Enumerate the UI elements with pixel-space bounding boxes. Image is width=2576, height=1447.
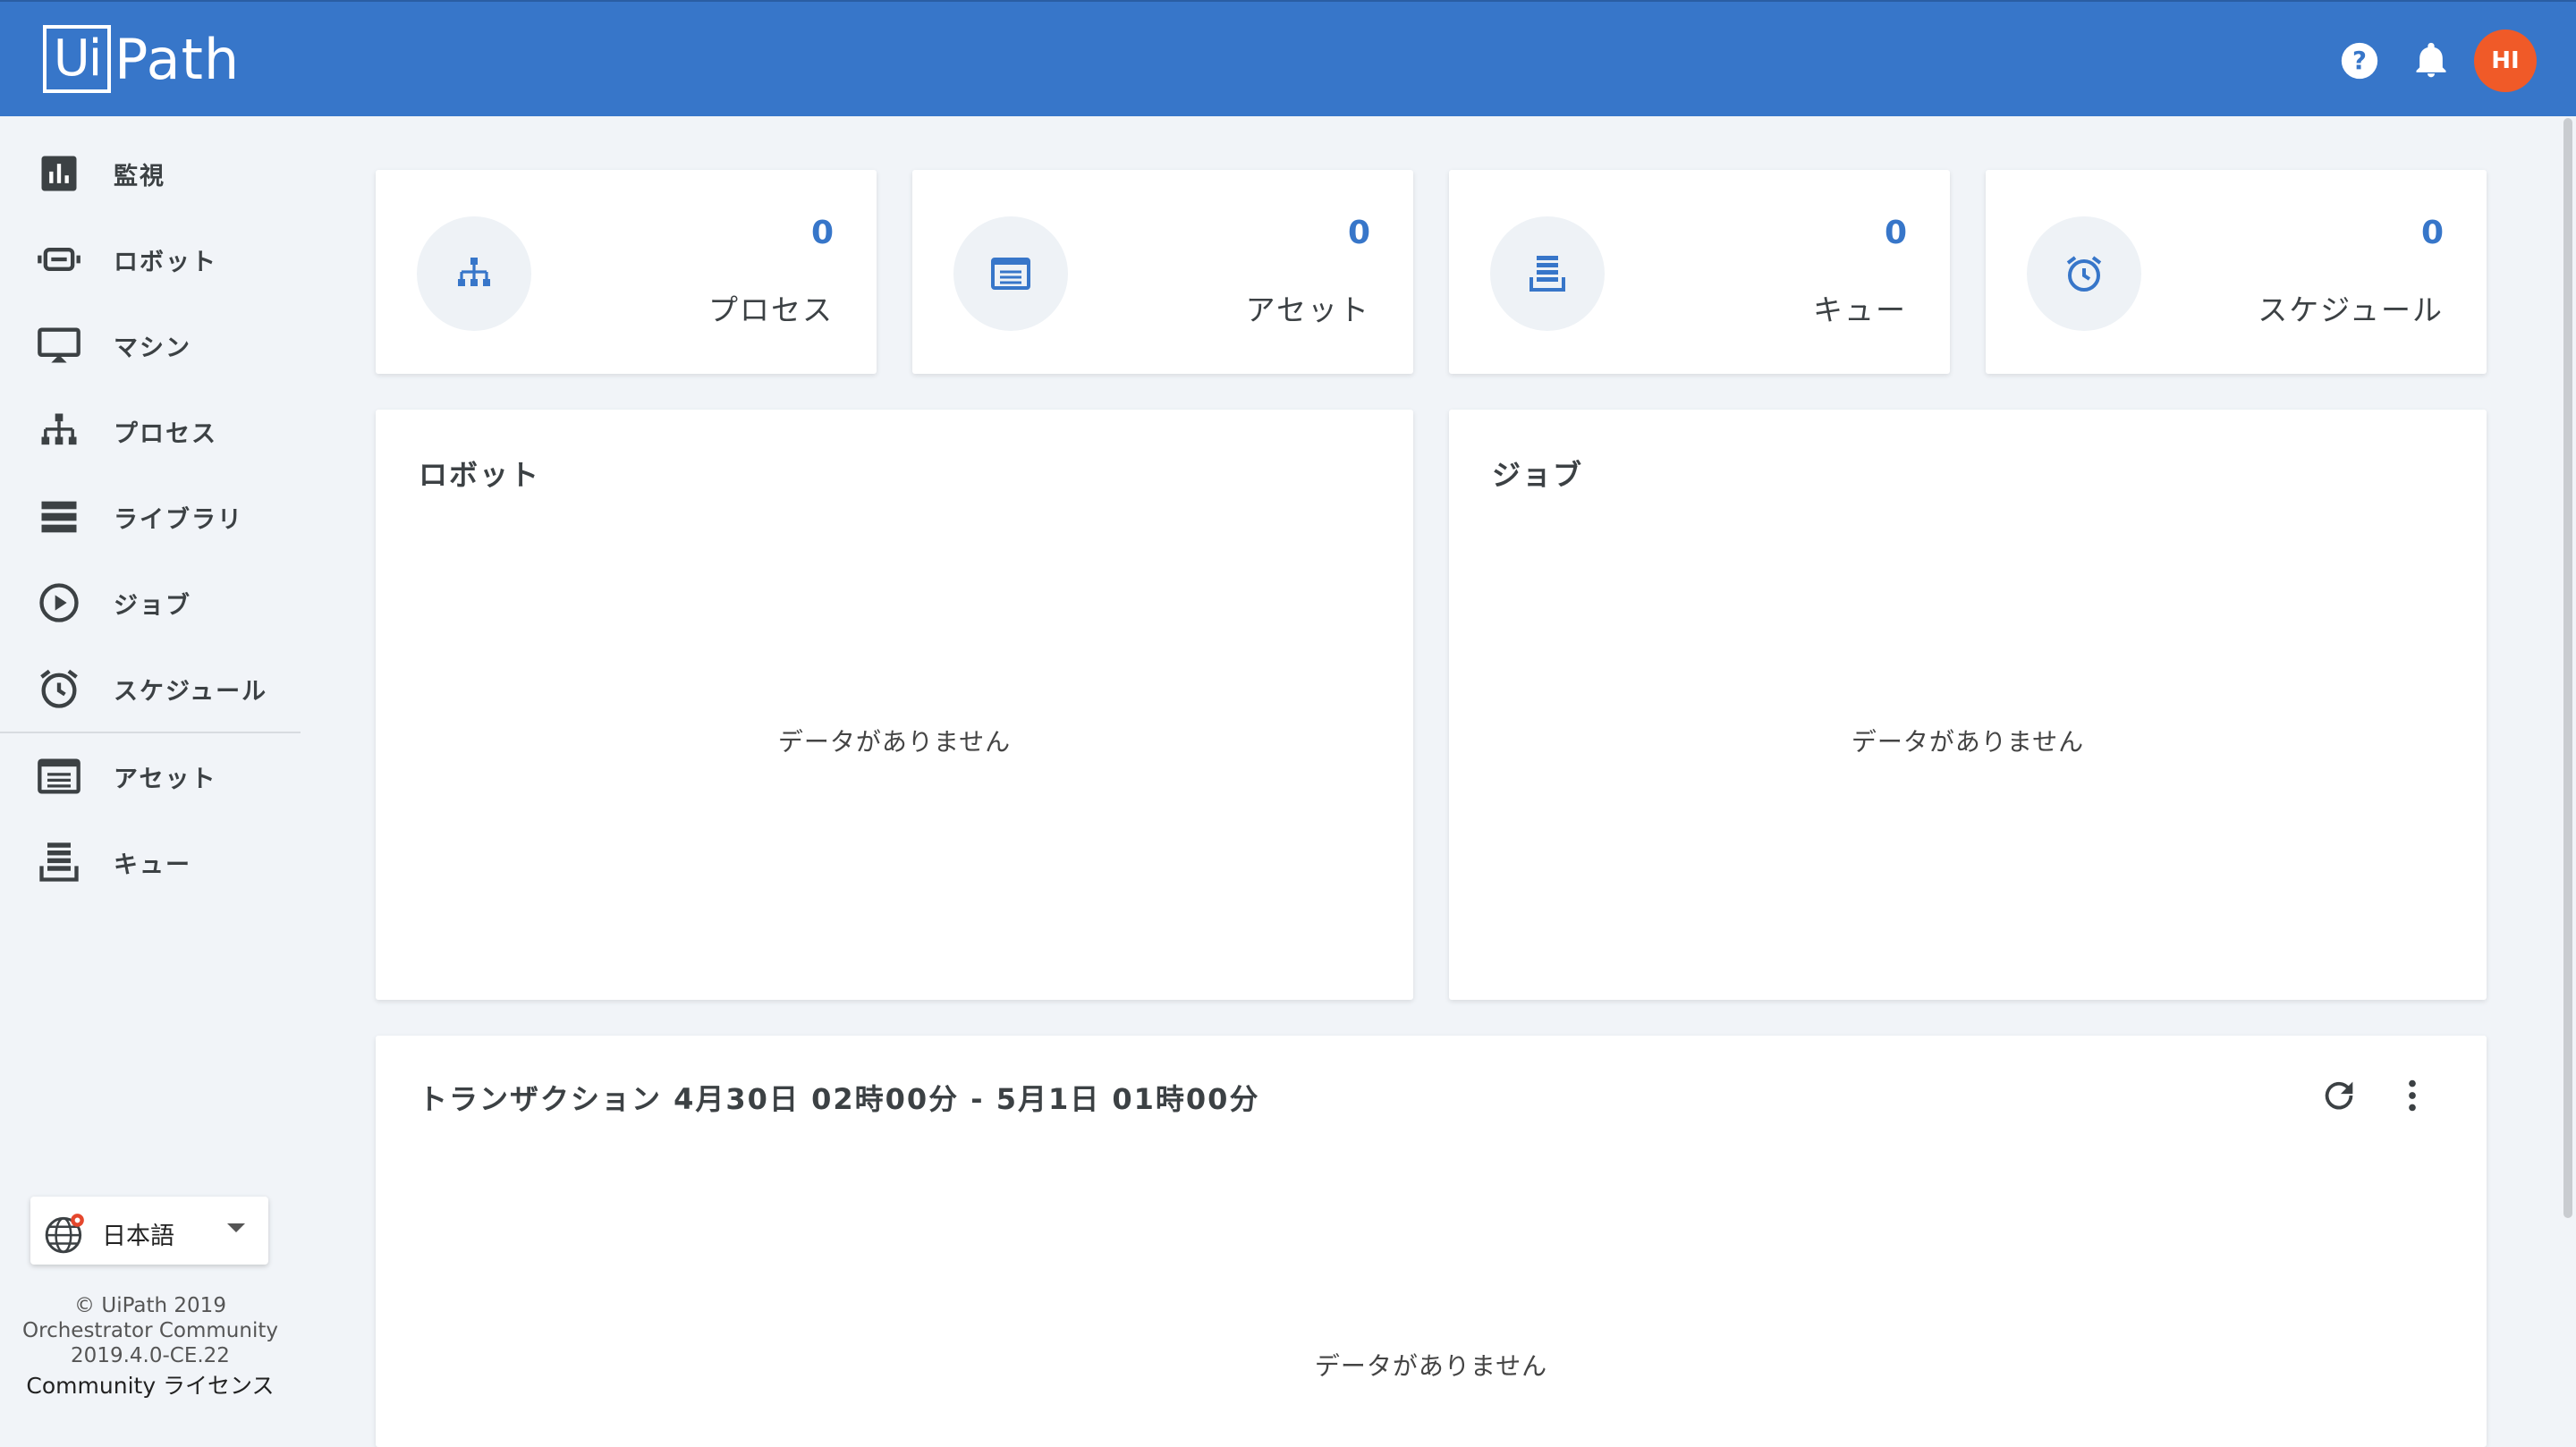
alarm-icon: [40, 669, 78, 708]
stat-icon-circle: [953, 216, 1068, 331]
sidebar-item-monitoring[interactable]: 監視: [0, 138, 301, 209]
empty-state-text: データがありません: [1851, 727, 2085, 757]
sidebar-item-machines[interactable]: マシン: [0, 309, 301, 381]
stat-count: 0: [2420, 215, 2444, 251]
sidebar-item-label: ジョブ: [114, 591, 191, 620]
panel-title: ロボット: [419, 458, 541, 492]
sidebar-item-label: プロセス: [114, 419, 217, 448]
page-scrollbar[interactable]: [2563, 118, 2572, 1218]
stat-icon-circle: [1490, 216, 1605, 331]
stat-label: キュー: [1813, 292, 1907, 327]
bell-icon[interactable]: [2411, 41, 2451, 80]
uipath-logo[interactable]: Ui Path: [43, 21, 240, 97]
stat-label: アセット: [1245, 292, 1370, 327]
robot-icon: [38, 248, 80, 271]
process-icon: [458, 258, 490, 286]
more-vert-icon[interactable]: [2392, 1075, 2433, 1116]
version-text: 2019.4.0-CE.22: [71, 1344, 230, 1367]
copyright-text: © UiPath 2019: [74, 1294, 226, 1317]
queue-icon: [39, 842, 79, 882]
help-icon[interactable]: ?: [2340, 41, 2379, 80]
top-bar: Ui Path ? HI: [0, 0, 2576, 116]
sidebar-item-label: ロボット: [114, 248, 217, 276]
empty-state-text: データがありません: [1314, 1351, 1548, 1381]
stat-count: 0: [1347, 215, 1370, 251]
asset-icon: [991, 258, 1030, 290]
chart-icon: [41, 156, 77, 191]
empty-state-text: データがありません: [777, 727, 1012, 757]
transactions-panel: トランザクション 4月30日 02時00分 - 5月1日 01時00分 データが…: [376, 1036, 2487, 1447]
sidebar-item-label: スケジュール: [114, 677, 268, 706]
logo-text: Path: [114, 26, 241, 92]
sidebar-item-label: 監視: [114, 162, 165, 190]
process-icon: [41, 413, 77, 445]
avatar[interactable]: HI: [2474, 30, 2537, 92]
stat-count: 0: [1884, 215, 1907, 251]
logo-box: Ui: [43, 25, 111, 93]
sidebar-item-label: マシン: [114, 334, 191, 362]
globe-icon: [45, 1214, 84, 1254]
stat-card-queues[interactable]: 0 キュー: [1449, 170, 1950, 374]
queue-icon: [1530, 256, 1565, 292]
monitor-icon: [38, 327, 80, 363]
language-selector[interactable]: 日本語: [30, 1197, 268, 1265]
sidebar-item-libraries[interactable]: ライブラリ: [0, 481, 301, 553]
sidebar-item-label: キュー: [114, 850, 191, 879]
robots-panel: ロボット データがありません: [376, 410, 1413, 1000]
stat-label: プロセス: [708, 292, 834, 327]
stat-card-processes[interactable]: 0 プロセス: [376, 170, 877, 374]
sidebar-item-robots[interactable]: ロボット: [0, 224, 301, 295]
panel-title: ジョブ: [1492, 458, 1584, 492]
sidebar-item-processes[interactable]: プロセス: [0, 395, 301, 467]
refresh-icon[interactable]: [2318, 1075, 2360, 1116]
sidebar: 監視 ロボット マシン プロセス ライブラリ ジョブ スケジュール アセット キ…: [0, 116, 301, 1429]
asset-icon: [38, 758, 80, 794]
sidebar-item-jobs[interactable]: ジョブ: [0, 567, 301, 639]
svg-text:?: ?: [2352, 47, 2367, 75]
stat-label: スケジュール: [2258, 292, 2444, 327]
chevron-down-icon: [227, 1223, 245, 1232]
stat-card-assets[interactable]: 0 アセット: [912, 170, 1413, 374]
play-circle-icon: [39, 583, 79, 622]
sidebar-item-label: ライブラリ: [114, 505, 243, 534]
sidebar-item-queues[interactable]: キュー: [0, 826, 301, 898]
stat-count: 0: [810, 215, 834, 251]
sidebar-item-schedules[interactable]: スケジュール: [0, 653, 301, 724]
language-label: 日本語: [102, 1223, 174, 1250]
alarm-icon: [2066, 256, 2102, 292]
sidebar-item-assets[interactable]: アセット: [0, 740, 301, 812]
product-name: Orchestrator Community: [22, 1319, 278, 1342]
panel-title: トランザクション 4月30日 02時00分 - 5月1日 01時00分: [419, 1082, 1260, 1116]
sidebar-footer: © UiPath 2019 Orchestrator Community 201…: [0, 1293, 301, 1399]
stat-icon-circle: [417, 216, 531, 331]
license-link[interactable]: Community ライセンス: [0, 1374, 301, 1399]
library-icon: [41, 501, 77, 533]
sidebar-divider: [0, 732, 301, 733]
stat-card-schedules[interactable]: 0 スケジュール: [1986, 170, 2487, 374]
sidebar-item-label: アセット: [114, 765, 217, 793]
jobs-panel: ジョブ データがありません: [1449, 410, 2487, 1000]
stat-icon-circle: [2027, 216, 2141, 331]
